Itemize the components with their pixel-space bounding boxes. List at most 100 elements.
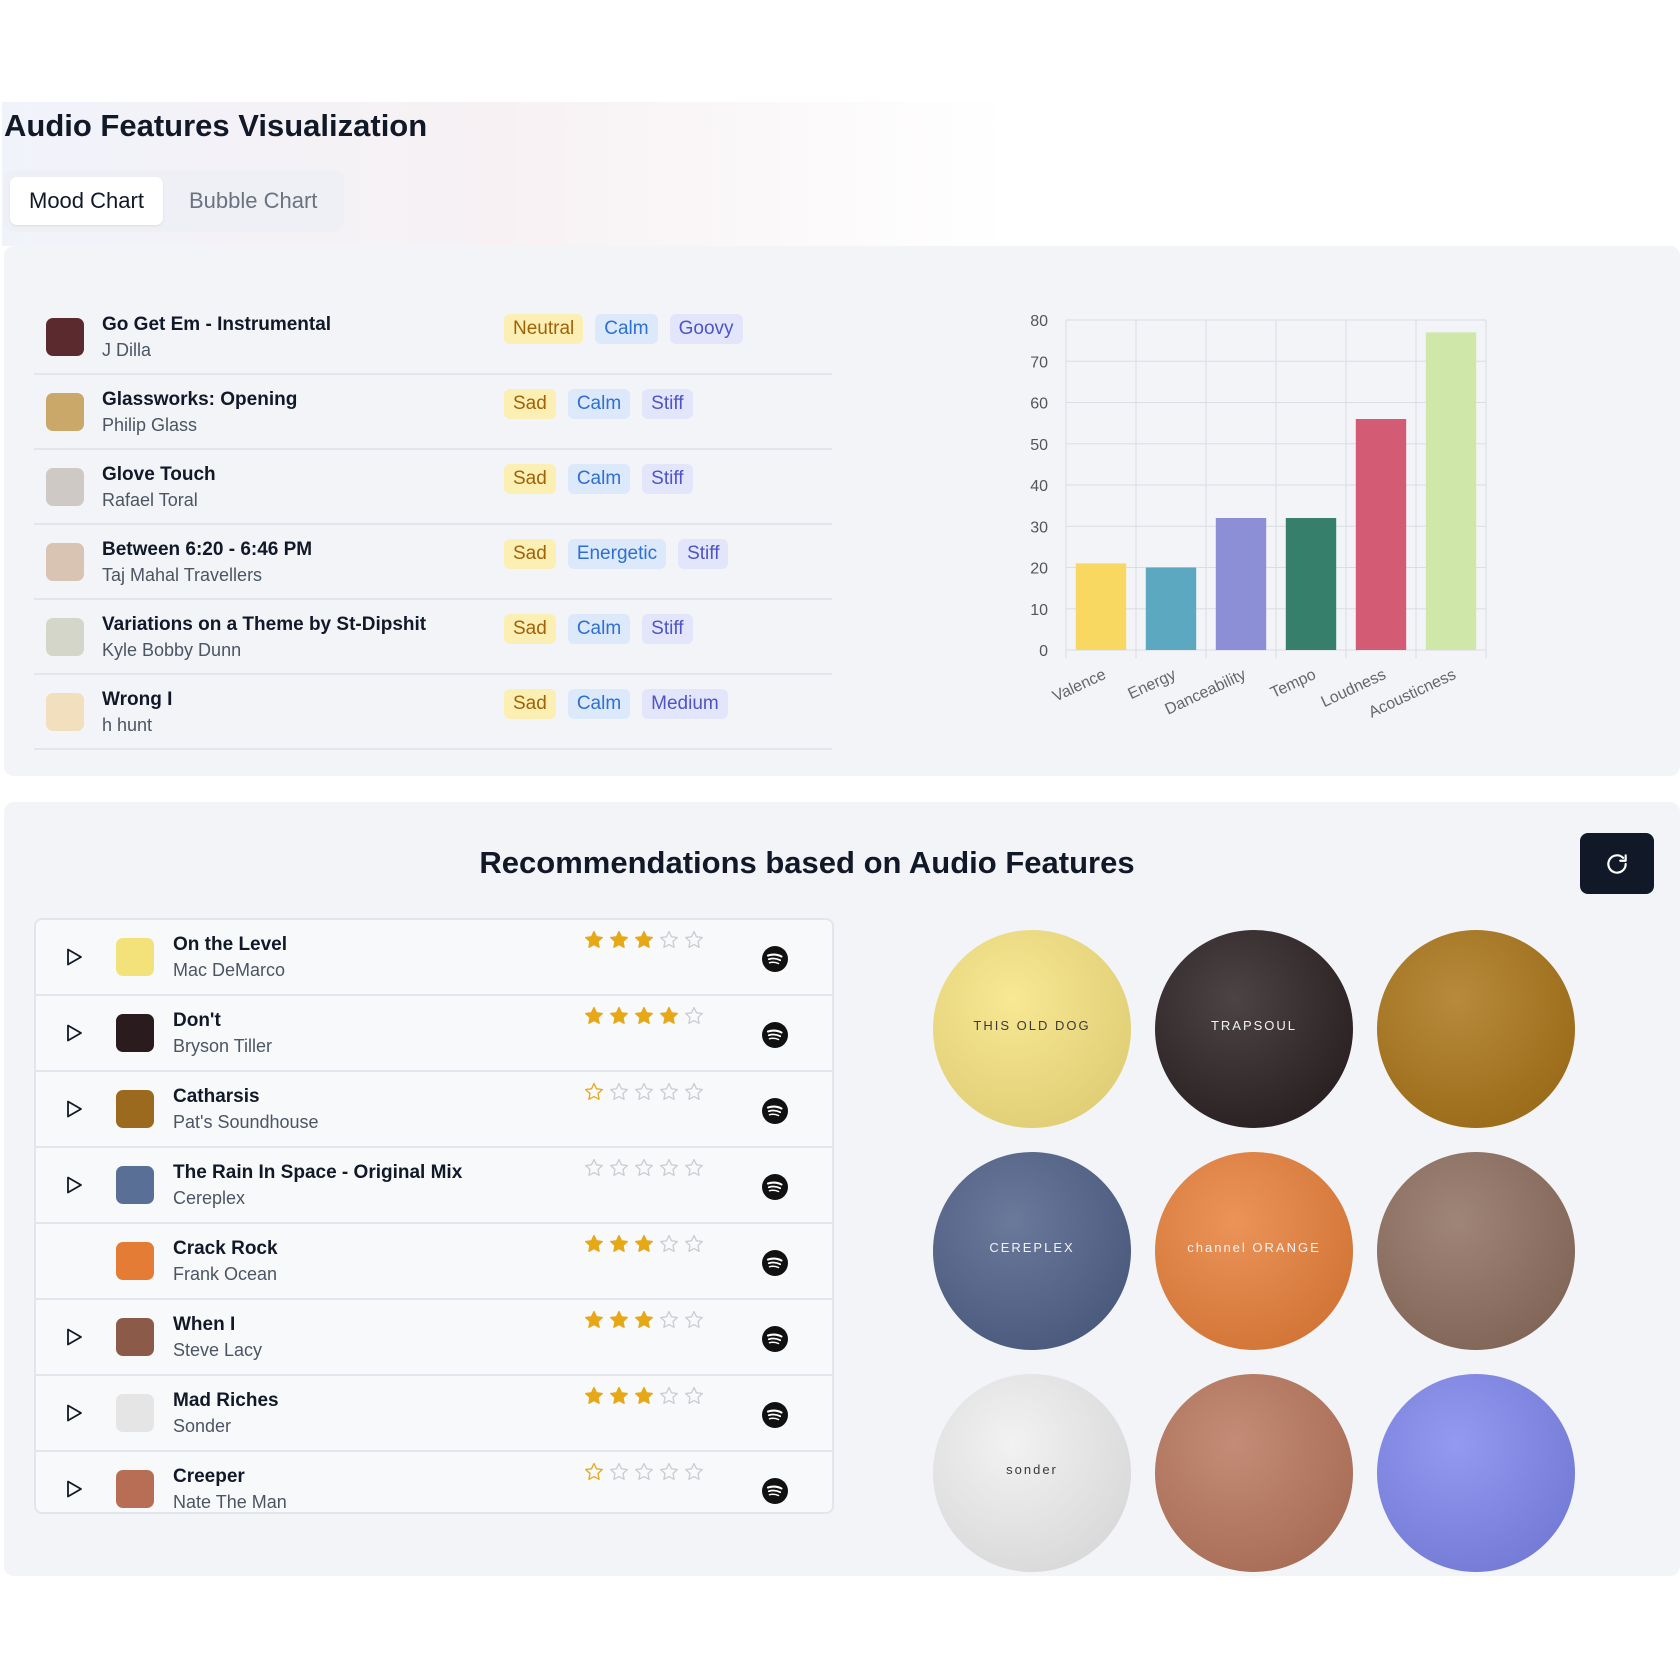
star-empty-icon[interactable]	[684, 1234, 704, 1254]
mood-track-row[interactable]: Between 6:20 - 6:46 PM Taj Mahal Travelle…	[34, 525, 832, 600]
star-empty-icon[interactable]	[659, 1386, 679, 1406]
mood-tag: Sad	[504, 389, 556, 419]
star-rating[interactable]	[584, 930, 704, 950]
tab-mood-chart[interactable]: Mood Chart	[10, 177, 163, 225]
cover-crack-rock[interactable]: channel ORANGE	[1155, 1152, 1353, 1350]
mood-tags: Sad Calm Stiff	[504, 389, 693, 419]
tab-bubble-chart[interactable]: Bubble Chart	[170, 177, 336, 225]
star-rating[interactable]	[584, 1462, 704, 1482]
y-tick-label: 80	[1030, 313, 1048, 330]
mood-track-row[interactable]: Variations on a Theme by St-Dipshit Kyle …	[34, 600, 832, 675]
star-empty-icon[interactable]	[609, 1158, 629, 1178]
star-empty-icon[interactable]	[659, 1234, 679, 1254]
star-filled-icon[interactable]	[584, 930, 604, 950]
recommendation-row[interactable]: Catharsis Pat's Soundhouse	[36, 1072, 832, 1148]
star-empty-icon[interactable]	[584, 1462, 604, 1482]
star-rating[interactable]	[584, 1082, 704, 1102]
cover-mad-riches[interactable]: sonder	[933, 1374, 1131, 1572]
mood-tag: Goovy	[669, 314, 743, 344]
star-empty-icon[interactable]	[684, 1158, 704, 1178]
spotify-icon[interactable]	[762, 1174, 788, 1200]
star-rating[interactable]	[584, 1310, 704, 1330]
star-filled-icon[interactable]	[584, 1310, 604, 1330]
star-rating[interactable]	[584, 1158, 704, 1178]
star-filled-icon[interactable]	[634, 930, 654, 950]
star-empty-icon[interactable]	[634, 1462, 654, 1482]
mood-track-row[interactable]: Glassworks: Opening Philip Glass Sad Calm St…	[34, 375, 832, 450]
star-empty-icon[interactable]	[634, 1082, 654, 1102]
star-filled-icon[interactable]	[609, 1234, 629, 1254]
cover-creeper[interactable]	[1155, 1374, 1353, 1572]
star-filled-icon[interactable]	[609, 1006, 629, 1026]
refresh-button[interactable]	[1580, 833, 1654, 894]
x-tick-label: Valence	[1050, 666, 1109, 705]
star-empty-icon[interactable]	[659, 930, 679, 950]
star-empty-icon[interactable]	[684, 1386, 704, 1406]
star-filled-icon[interactable]	[609, 1386, 629, 1406]
play-icon[interactable]	[64, 1479, 84, 1499]
star-filled-icon[interactable]	[609, 930, 629, 950]
star-empty-icon[interactable]	[609, 1462, 629, 1482]
star-filled-icon[interactable]	[659, 1006, 679, 1026]
cover-on-the-level[interactable]: THIS OLD DOG	[933, 930, 1131, 1128]
cover-the-rain-in-space[interactable]: CEREPLEX	[933, 1152, 1131, 1350]
play-icon[interactable]	[64, 1023, 84, 1043]
star-empty-icon[interactable]	[634, 1158, 654, 1178]
star-rating[interactable]	[584, 1386, 704, 1406]
cover-text: THIS OLD DOG	[973, 1018, 1091, 1033]
star-filled-icon[interactable]	[634, 1310, 654, 1330]
play-icon[interactable]	[64, 1099, 84, 1119]
track-title: Crack Rock	[173, 1238, 278, 1259]
recommendation-row[interactable]: Crack Rock Frank Ocean	[36, 1224, 832, 1300]
star-filled-icon[interactable]	[584, 1234, 604, 1254]
play-icon[interactable]	[64, 1175, 84, 1195]
play-icon[interactable]	[64, 1403, 84, 1423]
star-empty-icon[interactable]	[584, 1082, 604, 1102]
star-empty-icon[interactable]	[659, 1158, 679, 1178]
spotify-icon[interactable]	[762, 1250, 788, 1276]
star-empty-icon[interactable]	[659, 1310, 679, 1330]
star-filled-icon[interactable]	[634, 1234, 654, 1254]
bar-tempo	[1285, 518, 1337, 650]
star-filled-icon[interactable]	[634, 1006, 654, 1026]
spotify-icon[interactable]	[762, 946, 788, 972]
spotify-icon[interactable]	[762, 1022, 788, 1048]
star-rating[interactable]	[584, 1234, 704, 1254]
album-thumbnail	[116, 1014, 154, 1052]
star-rating[interactable]	[584, 1006, 704, 1026]
star-empty-icon[interactable]	[659, 1082, 679, 1102]
star-empty-icon[interactable]	[584, 1158, 604, 1178]
star-empty-icon[interactable]	[684, 1310, 704, 1330]
album-thumbnail	[116, 1470, 154, 1508]
play-icon[interactable]	[64, 947, 84, 967]
cover-catharsis[interactable]	[1377, 930, 1575, 1128]
star-empty-icon[interactable]	[684, 1462, 704, 1482]
star-filled-icon[interactable]	[609, 1310, 629, 1330]
mood-track-row[interactable]: Wrong I h hunt Sad Calm Medium	[34, 675, 832, 750]
star-filled-icon[interactable]	[634, 1386, 654, 1406]
star-empty-icon[interactable]	[609, 1082, 629, 1102]
spotify-icon[interactable]	[762, 1098, 788, 1124]
recommendation-row[interactable]: Mad Riches Sonder	[36, 1376, 832, 1452]
cover-dont[interactable]: TRAPSOUL	[1155, 930, 1353, 1128]
cover-when-i[interactable]	[1377, 1152, 1575, 1350]
spotify-icon[interactable]	[762, 1478, 788, 1504]
spotify-icon[interactable]	[762, 1402, 788, 1428]
star-empty-icon[interactable]	[684, 930, 704, 950]
mood-track-row[interactable]: Go Get Em - Instrumental J Dilla Neutral Ca…	[34, 300, 832, 375]
recommendation-row[interactable]: The Rain In Space - Original Mix Cereplex	[36, 1148, 832, 1224]
star-empty-icon[interactable]	[659, 1462, 679, 1482]
star-empty-icon[interactable]	[684, 1006, 704, 1026]
star-filled-icon[interactable]	[584, 1386, 604, 1406]
spotify-icon[interactable]	[762, 1326, 788, 1352]
recommendation-row[interactable]: Don't Bryson Tiller	[36, 996, 832, 1072]
recommendation-row[interactable]: Creeper Nate The Man	[36, 1452, 832, 1512]
track-artist: Steve Lacy	[173, 1340, 263, 1360]
mood-track-row[interactable]: Glove Touch Rafael Toral Sad Calm Stiff	[34, 450, 832, 525]
recommendation-row[interactable]: On the Level Mac DeMarco	[36, 920, 832, 996]
cover-extra[interactable]	[1377, 1374, 1575, 1572]
play-icon[interactable]	[64, 1327, 84, 1347]
star-empty-icon[interactable]	[684, 1082, 704, 1102]
recommendation-row[interactable]: When I Steve Lacy	[36, 1300, 832, 1376]
star-filled-icon[interactable]	[584, 1006, 604, 1026]
